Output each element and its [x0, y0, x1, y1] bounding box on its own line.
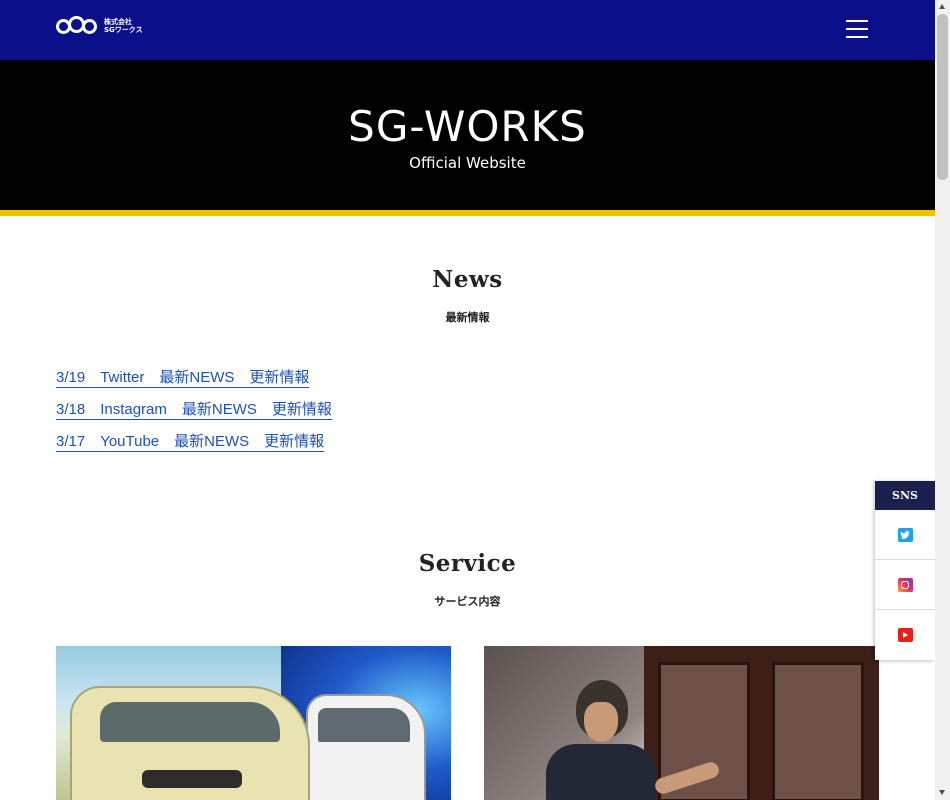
- sns-instagram-button[interactable]: [875, 560, 935, 610]
- hamburger-menu-icon[interactable]: [846, 20, 868, 40]
- service-image-vehicles[interactable]: [56, 646, 451, 800]
- scroll-down-arrow-icon[interactable]: [939, 790, 945, 795]
- sns-panel: SNS: [875, 481, 935, 660]
- news-section-subtitle: 最新情報: [445, 311, 490, 324]
- news-link-instagram[interactable]: 3/18 Instagram 最新NEWS 更新情報: [56, 401, 332, 420]
- logo-text-line1: 株式会社: [104, 18, 132, 26]
- sns-youtube-button[interactable]: [875, 610, 935, 660]
- news-item: 3/19 Twitter 最新NEWS 更新情報: [56, 366, 332, 398]
- news-item: 3/17 YouTube 最新NEWS 更新情報: [56, 430, 332, 462]
- service-section-subtitle: サービス内容: [434, 595, 501, 608]
- top-navigation-bar: 株式会社 SGワークス: [0, 0, 935, 60]
- news-section-title: News: [432, 266, 503, 293]
- hero-title: SG-WORKS: [348, 102, 587, 151]
- instagram-icon: [897, 577, 913, 592]
- scrollbar-thumb[interactable]: [937, 14, 948, 180]
- news-item: 3/18 Instagram 最新NEWS 更新情報: [56, 398, 332, 430]
- scroll-up-arrow-icon[interactable]: [939, 4, 945, 9]
- service-image-staff[interactable]: [484, 646, 879, 800]
- service-section-title: Service: [418, 550, 517, 577]
- sns-label: SNS: [875, 481, 935, 510]
- news-list: 3/19 Twitter 最新NEWS 更新情報 3/18 Instagram …: [56, 366, 332, 462]
- twitter-icon: [897, 527, 913, 542]
- hero-banner: SG-WORKS Official Website: [0, 60, 935, 216]
- site-logo[interactable]: 株式会社 SGワークス: [56, 15, 143, 34]
- sns-twitter-button[interactable]: [875, 510, 935, 560]
- logo-text-line2: SGワークス: [104, 26, 143, 34]
- hero-subtitle: Official Website: [409, 154, 526, 172]
- logo-text: 株式会社 SGワークス: [104, 18, 143, 34]
- news-link-youtube[interactable]: 3/17 YouTube 最新NEWS 更新情報: [56, 433, 325, 452]
- news-link-twitter[interactable]: 3/19 Twitter 最新NEWS 更新情報: [56, 369, 310, 388]
- page: 株式会社 SGワークス SG-WORKS Official Website Ne…: [0, 0, 935, 800]
- vertical-scrollbar[interactable]: [935, 0, 950, 800]
- youtube-icon: [897, 628, 913, 642]
- logo-mark-icon: [56, 15, 97, 34]
